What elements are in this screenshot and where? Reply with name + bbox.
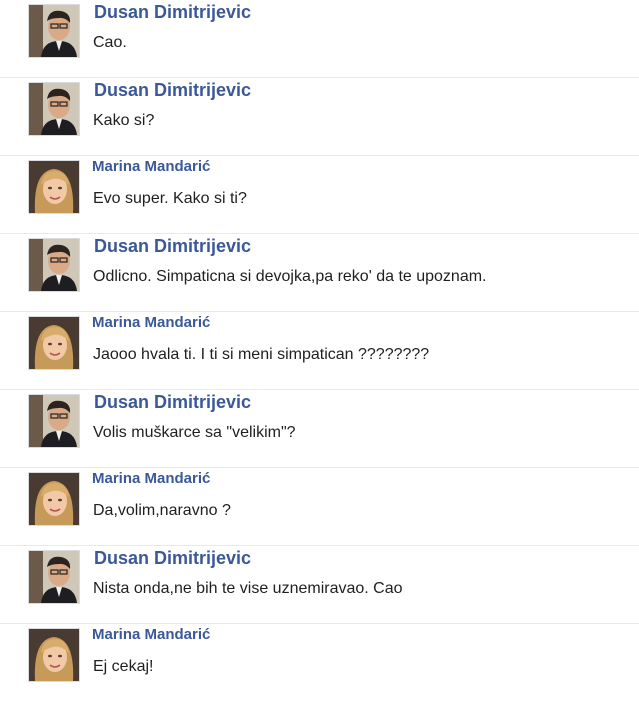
message-text: Odlicno. Simpaticna si devojka,pa reko' … <box>93 268 487 285</box>
sender-name[interactable]: Marina Mandarić <box>92 470 210 487</box>
message-item: Marina Mandarić Evo super. Kako si ti? <box>0 156 639 234</box>
message-text: Cao. <box>93 34 127 51</box>
message-item: Dusan Dimitrijevic Odlicno. Simpaticna s… <box>0 234 639 312</box>
avatar[interactable] <box>28 550 80 604</box>
avatar[interactable] <box>28 160 80 214</box>
message-item: Dusan Dimitrijevic Kako si? <box>0 78 639 156</box>
sender-name[interactable]: Dusan Dimitrijevic <box>94 392 251 413</box>
message-item: Marina Mandarić Ej cekaj! <box>0 624 639 702</box>
avatar[interactable] <box>28 472 80 526</box>
avatar[interactable] <box>28 316 80 370</box>
avatar[interactable] <box>28 82 80 136</box>
sender-name[interactable]: Marina Mandarić <box>92 314 210 331</box>
message-item: Dusan Dimitrijevic Volis muškarce sa "ve… <box>0 390 639 468</box>
message-text: Jaooo hvala ti. I ti si meni simpatican … <box>93 346 430 363</box>
message-text: Volis muškarce sa "velikim"? <box>93 424 296 441</box>
message-text: Evo super. Kako si ti? <box>93 190 247 207</box>
sender-name[interactable]: Marina Mandarić <box>92 158 210 175</box>
message-item: Marina Mandarić Jaooo hvala ti. I ti si … <box>0 312 639 390</box>
message-text: Nista onda,ne bih te vise uznemiravao. C… <box>93 580 403 597</box>
message-text: Da,volim,naravno ? <box>93 502 231 519</box>
avatar[interactable] <box>28 238 80 292</box>
message-item: Dusan Dimitrijevic Cao. <box>0 0 639 78</box>
message-item: Marina Mandarić Da,volim,naravno ? <box>0 468 639 546</box>
sender-name[interactable]: Dusan Dimitrijevic <box>94 2 251 23</box>
sender-name[interactable]: Dusan Dimitrijevic <box>94 236 251 257</box>
avatar[interactable] <box>28 628 80 682</box>
avatar[interactable] <box>28 4 80 58</box>
sender-name[interactable]: Dusan Dimitrijevic <box>94 548 251 569</box>
sender-name[interactable]: Marina Mandarić <box>92 626 210 643</box>
sender-name[interactable]: Dusan Dimitrijevic <box>94 80 251 101</box>
message-text: Ej cekaj! <box>93 658 154 675</box>
message-text: Kako si? <box>93 112 155 129</box>
message-item: Dusan Dimitrijevic Nista onda,ne bih te … <box>0 546 639 624</box>
avatar[interactable] <box>28 394 80 448</box>
